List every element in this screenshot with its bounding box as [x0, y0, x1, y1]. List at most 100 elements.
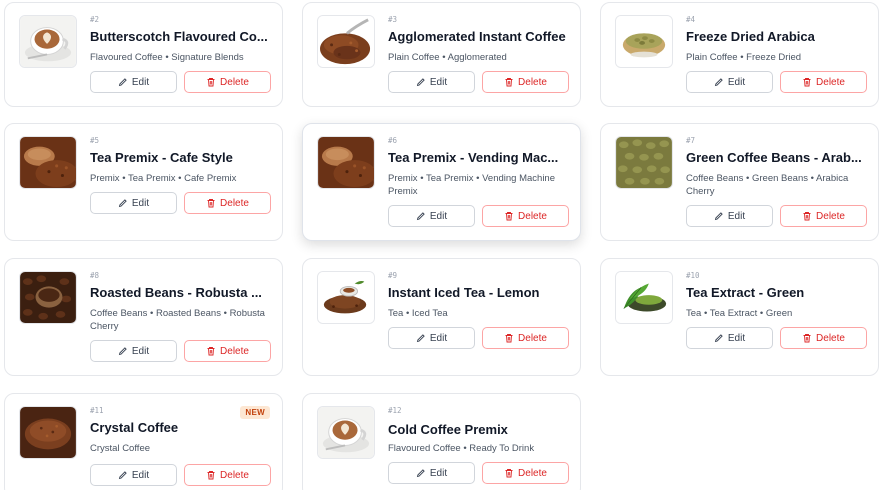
pencil-icon: [416, 212, 425, 221]
tea-granules-pile-icon: [318, 272, 374, 323]
pencil-icon: [118, 78, 127, 87]
delete-button[interactable]: Delete: [184, 192, 271, 214]
delete-button[interactable]: Delete: [482, 327, 569, 349]
trash-icon: [207, 78, 215, 87]
product-image: [317, 15, 375, 68]
edit-button[interactable]: Edit: [686, 205, 773, 227]
delete-label: Delete: [220, 469, 249, 481]
edit-label: Edit: [429, 332, 448, 344]
pencil-icon: [118, 199, 127, 208]
cappuccino-cup-icon: [20, 16, 76, 67]
cappuccino-cup-icon: [318, 407, 374, 458]
product-number: #10: [686, 271, 700, 280]
delete-button[interactable]: Delete: [780, 327, 867, 349]
delete-button[interactable]: Delete: [482, 462, 569, 484]
edit-label: Edit: [429, 467, 448, 479]
green-beans-bowl-icon: [616, 16, 672, 67]
edit-label: Edit: [429, 76, 448, 88]
delete-label: Delete: [816, 210, 845, 222]
delete-label: Delete: [220, 76, 249, 88]
pencil-icon: [714, 78, 723, 87]
product-title: Agglomerated Instant Coffee: [388, 29, 566, 44]
delete-button[interactable]: Delete: [780, 205, 867, 227]
edit-button[interactable]: Edit: [90, 340, 177, 362]
product-card: #9 Instant Iced Tea - Lemon Tea • Iced T…: [302, 258, 581, 376]
product-title: Roasted Beans - Robusta ...: [90, 285, 262, 300]
pencil-icon: [118, 471, 127, 480]
premix-powder-scoop-icon: [20, 137, 76, 188]
delete-label: Delete: [816, 76, 845, 88]
product-number: #3: [388, 15, 398, 24]
product-title: Crystal Coffee: [90, 420, 179, 435]
delete-button[interactable]: Delete: [184, 71, 271, 93]
product-card: #6 Tea Premix - Vending Mac... Premix • …: [302, 123, 581, 241]
premix-powder-scoop-icon: [318, 137, 374, 188]
product-number: #9: [388, 271, 398, 280]
edit-button[interactable]: Edit: [388, 205, 475, 227]
edit-button[interactable]: Edit: [388, 327, 475, 349]
product-categories: Premix • Tea Premix • Vending Machine Pr…: [388, 173, 555, 197]
edit-label: Edit: [727, 332, 746, 344]
coffee-granules-spoon-icon: [318, 16, 374, 67]
edit-button[interactable]: Edit: [90, 71, 177, 93]
product-image: [615, 15, 673, 68]
delete-button[interactable]: Delete: [184, 464, 271, 486]
trash-icon: [803, 334, 811, 343]
edit-button[interactable]: Edit: [388, 71, 475, 93]
delete-label: Delete: [518, 332, 547, 344]
edit-button[interactable]: Edit: [388, 462, 475, 484]
product-categories: Flavoured Coffee • Signature Blends: [90, 52, 244, 63]
edit-label: Edit: [429, 210, 448, 222]
product-title: Instant Iced Tea - Lemon: [388, 285, 540, 300]
delete-label: Delete: [518, 210, 547, 222]
product-number: #12: [388, 406, 402, 415]
product-categories: Plain Coffee • Freeze Dried: [686, 52, 802, 63]
delete-button[interactable]: Delete: [184, 340, 271, 362]
trash-icon: [803, 78, 811, 87]
trash-icon: [207, 471, 215, 480]
product-number: #7: [686, 136, 696, 145]
edit-label: Edit: [131, 76, 150, 88]
delete-button[interactable]: Delete: [482, 71, 569, 93]
delete-label: Delete: [220, 197, 249, 209]
edit-button[interactable]: Edit: [686, 71, 773, 93]
product-image: [19, 136, 77, 189]
edit-label: Edit: [727, 76, 746, 88]
delete-label: Delete: [518, 76, 547, 88]
trash-icon: [505, 334, 513, 343]
delete-label: Delete: [518, 467, 547, 479]
delete-button[interactable]: Delete: [780, 71, 867, 93]
product-categories: Tea • Iced Tea: [388, 308, 448, 319]
product-number: #2: [90, 15, 100, 24]
trash-icon: [505, 212, 513, 221]
delete-label: Delete: [816, 332, 845, 344]
product-card: #12 Cold Coffee Premix Flavoured Coffee …: [302, 393, 581, 490]
edit-button[interactable]: Edit: [90, 464, 177, 486]
trash-icon: [207, 347, 215, 356]
product-categories: Coffee Beans • Roasted Beans • Robusta C…: [90, 308, 265, 332]
product-title: Green Coffee Beans - Arab...: [686, 150, 862, 165]
pencil-icon: [118, 347, 127, 356]
product-categories: Tea • Tea Extract • Green: [686, 308, 793, 319]
product-number: #4: [686, 15, 696, 24]
product-number: #8: [90, 271, 100, 280]
delete-label: Delete: [220, 345, 249, 357]
product-card: #11 NEW Crystal Coffee Crystal Coffee Ed…: [4, 393, 283, 490]
edit-label: Edit: [727, 210, 746, 222]
product-title: Tea Premix - Vending Mac...: [388, 150, 559, 165]
product-number: #6: [388, 136, 398, 145]
delete-button[interactable]: Delete: [482, 205, 569, 227]
edit-button[interactable]: Edit: [686, 327, 773, 349]
product-categories: Coffee Beans • Green Beans • Arabica Che…: [686, 173, 849, 197]
trash-icon: [207, 199, 215, 208]
product-title: Tea Extract - Green: [686, 285, 805, 300]
product-image: [19, 15, 77, 68]
product-title: Freeze Dried Arabica: [686, 29, 815, 44]
product-title: Tea Premix - Cafe Style: [90, 150, 233, 165]
trash-icon: [505, 469, 513, 478]
product-card: #2 Butterscotch Flavoured Co... Flavoure…: [4, 2, 283, 107]
edit-button[interactable]: Edit: [90, 192, 177, 214]
product-categories: Premix • Tea Premix • Cafe Premix: [90, 173, 237, 184]
new-badge: NEW: [240, 406, 270, 419]
product-card: #5 Tea Premix - Cafe Style Premix • Tea …: [4, 123, 283, 241]
